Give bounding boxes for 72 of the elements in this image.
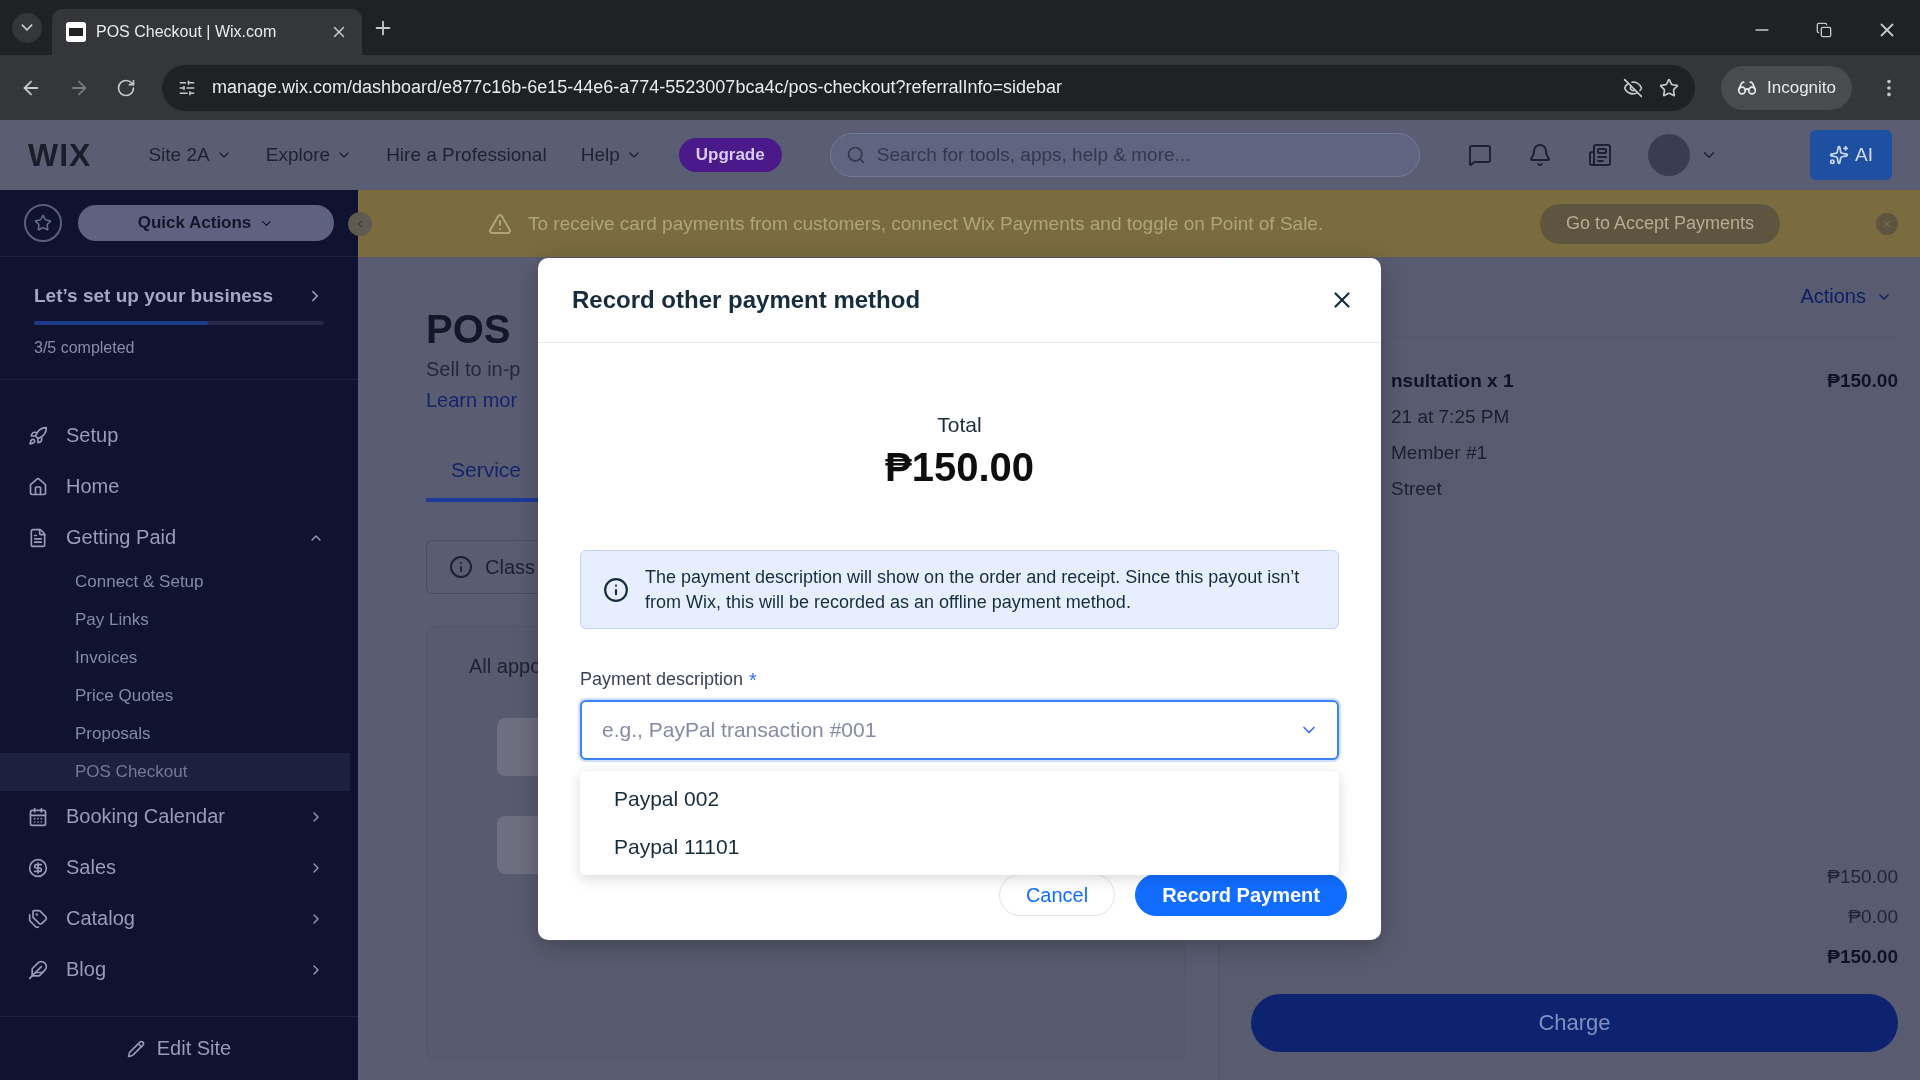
sidebar-item[interactable]: Booking Calendar (0, 791, 358, 842)
page-subtitle: Sell to in-p (426, 358, 522, 381)
pencil-icon (126, 1039, 145, 1058)
incognito-button[interactable]: Incognito (1721, 65, 1852, 110)
bell-icon[interactable] (1527, 143, 1552, 167)
sidebar-subitem[interactable]: Invoices (0, 639, 350, 677)
feather-icon (28, 959, 48, 980)
item-detail: 21 at 7:25 PM (1391, 406, 1510, 428)
sidebar-item[interactable]: Blog (0, 944, 358, 995)
info-icon (603, 576, 629, 603)
sidebar-item[interactable]: Sales (0, 842, 358, 893)
reload-icon[interactable] (116, 77, 136, 98)
tags-icon (28, 908, 48, 929)
upgrade-button[interactable]: Upgrade (678, 138, 782, 172)
browser-tab[interactable]: POS Checkout | Wix.com (52, 9, 362, 55)
total-amount: ₱150.00 (885, 445, 1034, 490)
tab-search-button[interactable] (12, 12, 42, 43)
address-bar[interactable]: manage.wix.com/dashboard/e877c16b-6e15-44e6-a774-5523007bca4c/pos-checkout?referralInfo=sidebar (162, 64, 1695, 111)
sidebar-item[interactable]: Catalog (0, 893, 358, 944)
sidebar-item[interactable]: Home (0, 461, 358, 512)
item-price: ₱150.00 (1827, 370, 1898, 392)
site-settings-icon[interactable] (178, 78, 196, 97)
summary-value: ₱150.00 (1827, 866, 1898, 888)
collapse-button[interactable] (348, 211, 372, 236)
sidebar-subitem[interactable]: Proposals (0, 715, 350, 753)
document-icon (28, 527, 48, 548)
sparkle-icon (1829, 145, 1849, 165)
caret-icon (21, 24, 33, 31)
info-text: The payment description will show on the order and receipt. Since this payout isn’t from Wix, this will be recorded as an offline payment method. (645, 565, 1301, 614)
item-name: nsultation x 1 (1391, 370, 1514, 392)
notice-text: Class (485, 555, 535, 579)
ai-button[interactable]: AI (1810, 130, 1892, 180)
tab-title: POS Checkout | Wix.com (96, 23, 278, 41)
payment-description-field[interactable]: e.g., PayPal transaction #001 (580, 700, 1339, 760)
summary-value: ₱0.00 (1848, 906, 1898, 928)
item-detail: Street (1391, 478, 1442, 500)
dollar-icon (28, 857, 48, 878)
record-payment-button[interactable]: Record Payment (1135, 874, 1347, 916)
info-icon (449, 555, 473, 579)
field-label: Payment description (580, 669, 744, 690)
newspaper-icon[interactable] (1587, 143, 1612, 167)
rocket-icon (28, 425, 48, 446)
warning-icon (488, 211, 512, 236)
setup-title[interactable]: Let’s set up your business (34, 285, 324, 307)
url-text: manage.wix.com/dashboard/e877c16b-6e15-44e6-a774-5523007bca4c/pos-checkout?referralInfo=sidebar (212, 77, 1064, 98)
dropdown-option[interactable]: Paypal 11101 (580, 823, 1339, 871)
progress-text: 3/5 completed (34, 339, 136, 357)
search-icon (845, 145, 866, 165)
sidebar-item[interactable]: Setup (0, 410, 358, 461)
dialog-title: Record other payment method (572, 286, 921, 314)
calendar-icon (28, 806, 48, 827)
required-mark: * (749, 669, 757, 692)
eye-off-icon[interactable] (1623, 77, 1643, 98)
total-label: Total (937, 413, 982, 437)
favicon-icon (66, 22, 86, 42)
sidebar-subitem[interactable]: Pay Links (0, 601, 350, 639)
item-detail: Member #1 (1391, 442, 1488, 464)
summary-value: ₱150.00 (1827, 946, 1898, 968)
page-title: POS (426, 307, 512, 352)
charge-button[interactable]: Charge (1251, 994, 1898, 1052)
quick-actions-button[interactable]: Quick Actions (78, 205, 334, 241)
house-icon (28, 476, 48, 497)
chat-icon[interactable] (1467, 143, 1492, 167)
accept-payments-button[interactable]: Go to Accept Payments (1539, 203, 1780, 244)
sidebar-subitem[interactable]: Price Quotes (0, 677, 350, 715)
sidebar-subitem[interactable]: POS Checkout (0, 753, 350, 791)
banner-message: To receive card payments from customers, connect Wix Payments and toggle on Point of Sale. (528, 212, 1324, 235)
sidebar-item[interactable]: Getting Paid (0, 512, 358, 563)
sidebar-subitem[interactable]: Connect & Setup (0, 563, 350, 601)
dropdown-option[interactable]: Paypal 002 (580, 775, 1339, 823)
cancel-button[interactable]: Cancel (998, 874, 1116, 916)
bookmark-star-icon[interactable] (1659, 77, 1679, 98)
